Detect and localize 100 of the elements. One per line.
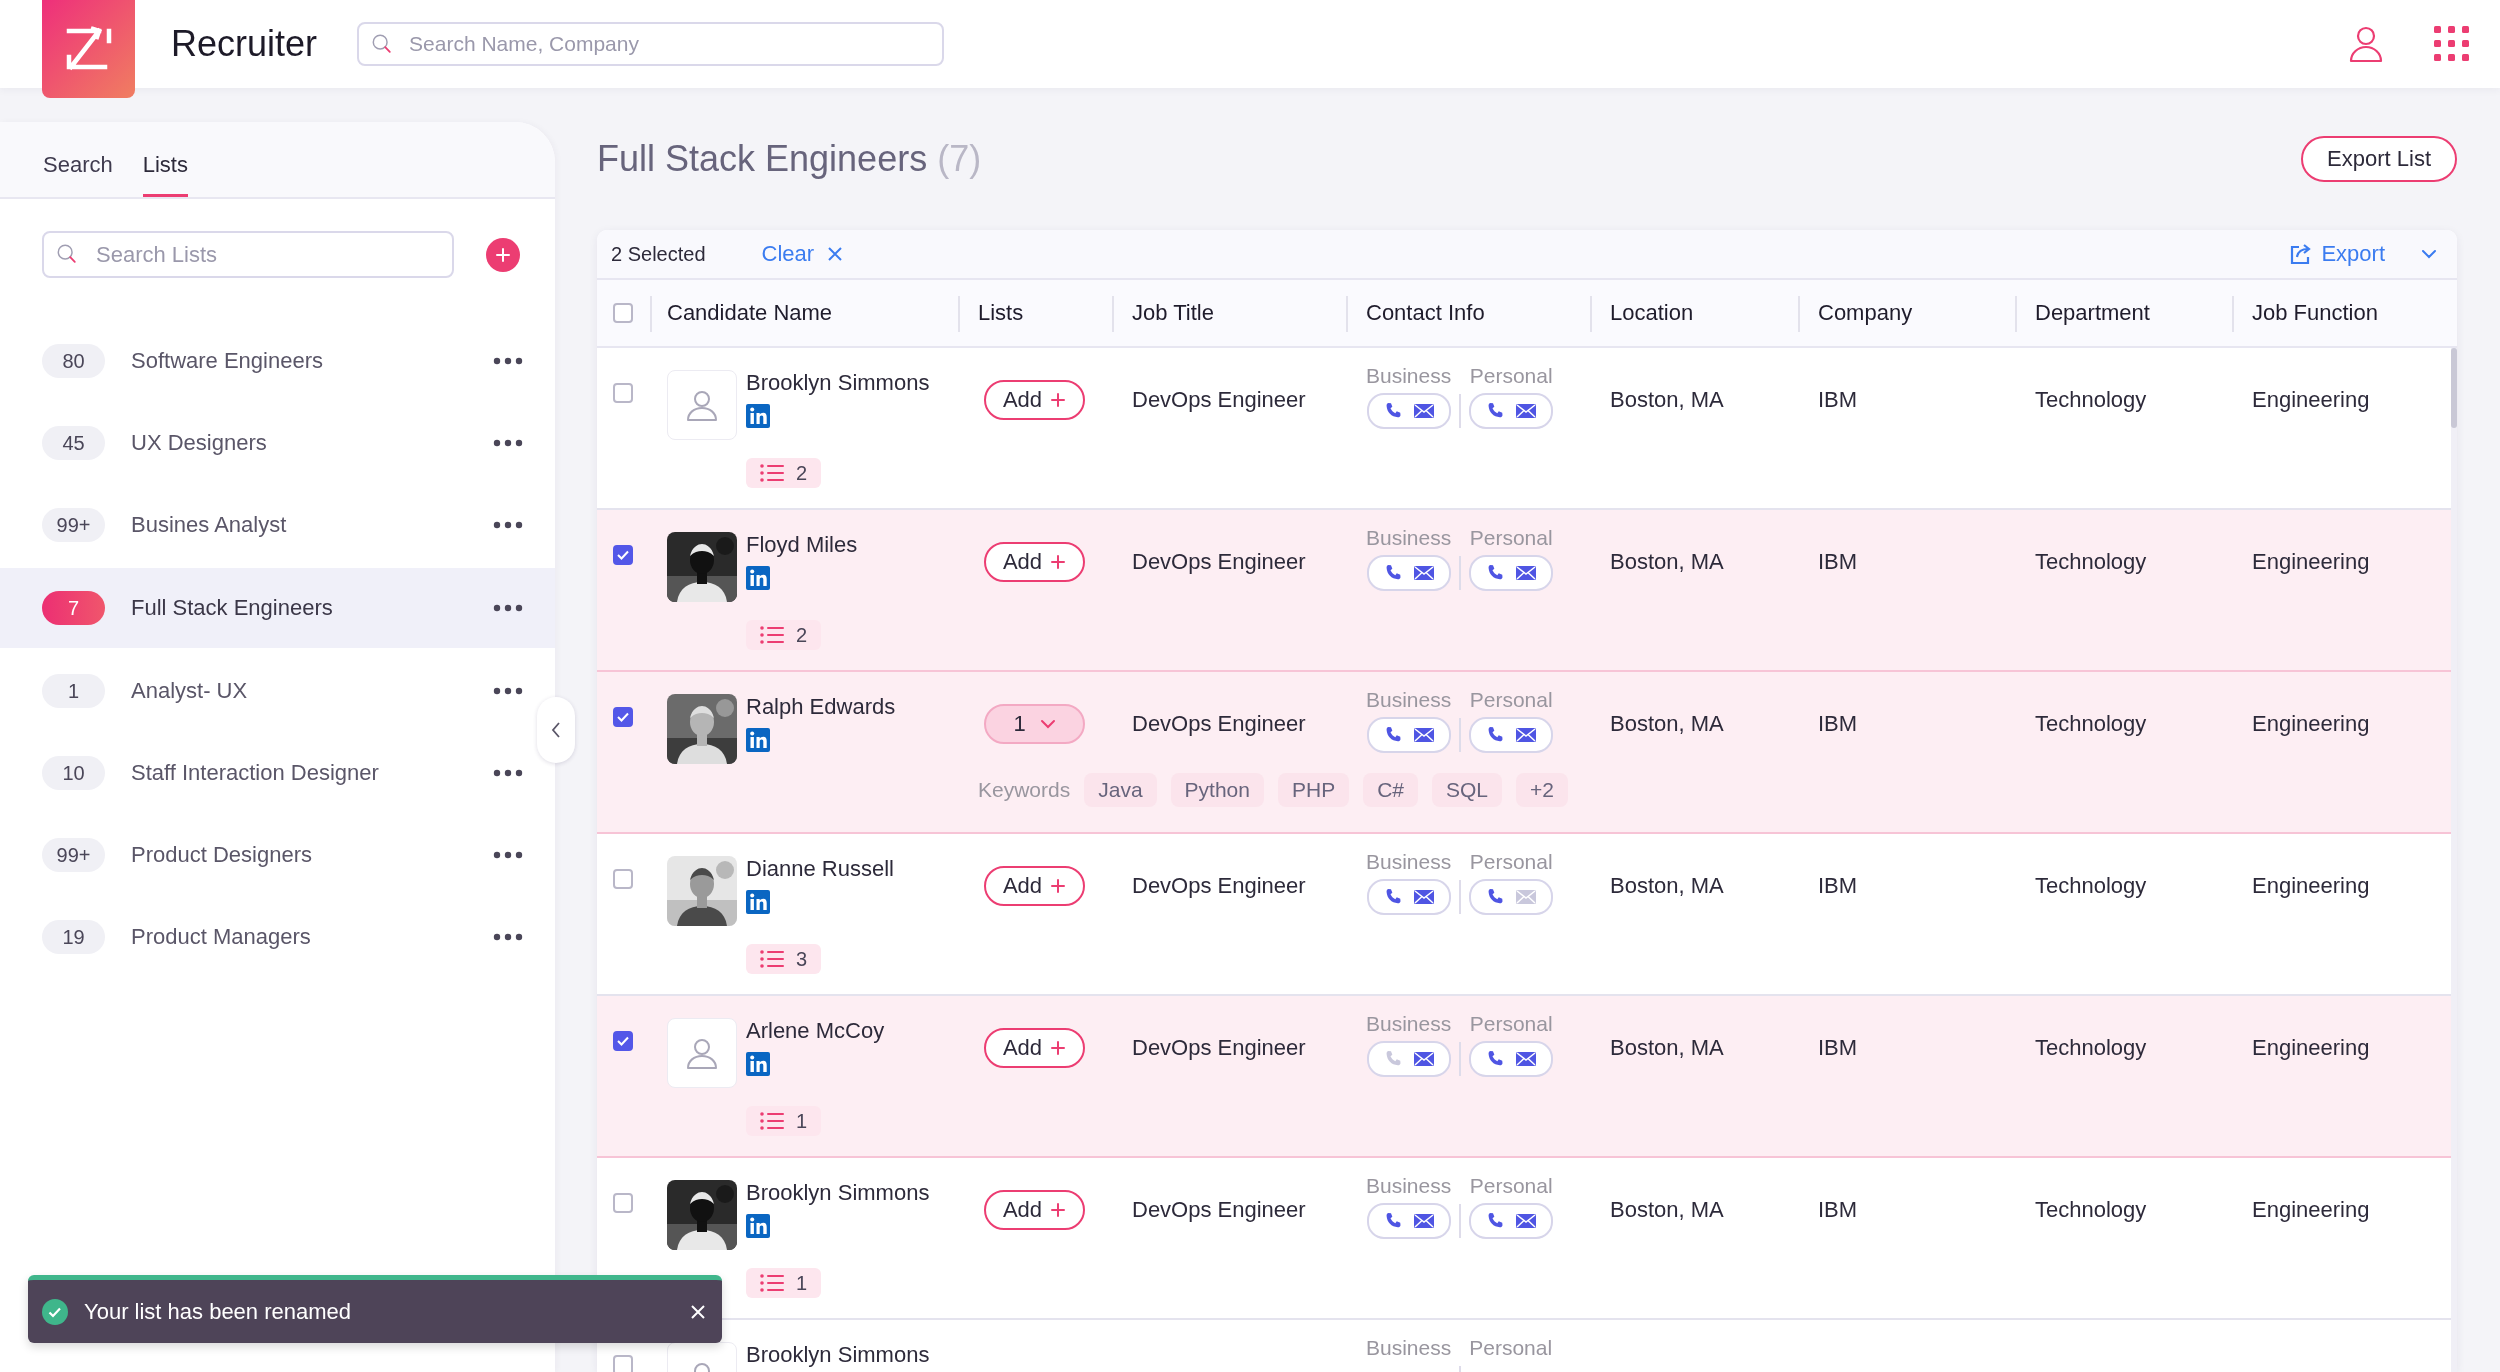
more-icon[interactable] — [493, 769, 523, 777]
candidate-name[interactable]: Brooklyn Simmons — [746, 1180, 930, 1206]
more-icon[interactable] — [493, 604, 523, 612]
plus-icon — [1050, 392, 1067, 408]
candidate-name[interactable]: Dianne Russell — [746, 856, 894, 882]
list-item[interactable]: 99+ Busines Analyst — [0, 484, 555, 566]
linkedin-icon[interactable] — [746, 728, 770, 752]
column-header[interactable]: Candidate Name — [667, 300, 833, 325]
candidate-name[interactable]: Ralph Edwards — [746, 694, 896, 720]
department: Technology — [2035, 549, 2147, 575]
more-icon[interactable] — [493, 357, 523, 365]
close-icon — [828, 247, 843, 261]
list-item[interactable]: 1 Analyst- UX — [0, 650, 555, 732]
contact-pill[interactable] — [1469, 393, 1554, 429]
job-function: Engineering — [2252, 1197, 2370, 1223]
contact-type-label: Personal — [1469, 1336, 1553, 1360]
column-header[interactable]: Company — [1818, 300, 1913, 325]
count-label: (7) — [937, 138, 982, 180]
contact-pill[interactable] — [1469, 1041, 1554, 1077]
list-item[interactable]: 10 Staff Interaction Designer — [0, 732, 555, 814]
checkbox[interactable] — [613, 707, 633, 727]
add-to-list-button[interactable]: Add — [984, 1190, 1085, 1230]
add-to-list-button[interactable]: Add — [984, 866, 1085, 906]
contact-pill[interactable] — [1469, 717, 1554, 753]
tab[interactable]: Search — [43, 122, 113, 197]
contact-pill[interactable] — [1366, 1041, 1451, 1077]
checkbox[interactable] — [613, 1355, 633, 1372]
column-header[interactable]: Department — [2035, 300, 2150, 325]
more-keywords-tag[interactable]: +2 — [1516, 773, 1568, 807]
contact-type-label: Business — [1366, 526, 1452, 550]
list-item[interactable]: 80 Software Engineers — [0, 320, 555, 402]
lists-dropdown[interactable]: 1 — [984, 704, 1085, 744]
checkbox[interactable] — [613, 303, 633, 323]
linkedin-icon[interactable] — [746, 404, 770, 428]
more-icon[interactable] — [493, 933, 523, 941]
add-to-list-button[interactable]: Add — [984, 542, 1085, 582]
tab[interactable]: Lists — [142, 122, 188, 197]
job-function: Engineering — [2252, 387, 2370, 413]
company: IBM — [1818, 1197, 1858, 1223]
checkbox[interactable] — [613, 1193, 633, 1213]
more-icon[interactable] — [493, 439, 523, 447]
add-to-list-button[interactable]: Add — [984, 380, 1085, 420]
candidate-name[interactable]: Floyd Miles — [746, 532, 858, 558]
column-header[interactable]: Lists — [978, 300, 1024, 325]
user-icon[interactable] — [2348, 25, 2384, 63]
list-count-badge[interactable]: 2 — [746, 620, 822, 650]
contact-pill[interactable] — [1366, 1203, 1451, 1239]
column-header[interactable]: Job Function — [2252, 300, 2378, 325]
toast-message: Your list has been renamed — [84, 1298, 353, 1325]
department: Technology — [2035, 711, 2147, 737]
contact-pill[interactable] — [1366, 555, 1451, 591]
list-count-badge[interactable]: 1 — [746, 1268, 822, 1298]
list-item[interactable]: 19 Product Managers — [0, 896, 555, 978]
search-field[interactable]: Search Lists — [42, 231, 454, 278]
list-item[interactable]: 45 UX Designers — [0, 402, 555, 484]
export-button[interactable]: Export — [2289, 241, 2437, 267]
candidate-name[interactable]: Brooklyn Simmons — [746, 370, 930, 396]
add-list-button[interactable] — [486, 237, 520, 272]
column-header[interactable]: Job Title — [1132, 300, 1214, 325]
close-icon[interactable] — [690, 1303, 706, 1320]
more-icon[interactable] — [493, 851, 523, 859]
department: Technology — [2035, 1197, 2147, 1223]
column-header[interactable]: Location — [1610, 300, 1694, 325]
job-title: DevOps Engineer — [1132, 549, 1306, 575]
scrollbar-thumb[interactable] — [2451, 348, 2457, 428]
contact-pill[interactable] — [1469, 555, 1554, 591]
list-item[interactable]: 7 Full Stack Engineers — [0, 568, 555, 648]
checkbox[interactable] — [613, 545, 633, 565]
candidate-name[interactable]: Brooklyn Simmons — [746, 1342, 930, 1368]
job-title: DevOps Engineer — [1132, 1035, 1306, 1061]
checkbox[interactable] — [613, 1031, 633, 1051]
job-function: Engineering — [2252, 873, 2370, 899]
more-icon[interactable] — [493, 687, 523, 695]
list-item[interactable]: 99+ Product Designers — [0, 814, 555, 896]
contact-pill[interactable] — [1469, 879, 1554, 915]
apps-grid-icon[interactable] — [2434, 26, 2470, 62]
contact-pill[interactable] — [1366, 717, 1451, 753]
list-name: Software Engineers — [131, 348, 324, 374]
export-list-button[interactable]: Export List — [2301, 136, 2457, 182]
company: IBM — [1818, 873, 1858, 899]
checkbox[interactable] — [613, 869, 633, 889]
list-name: Product Managers — [131, 924, 312, 950]
candidate-name[interactable]: Arlene McCoy — [746, 1018, 885, 1044]
list-count-badge[interactable]: 1 — [746, 1106, 822, 1136]
location: Boston, MA — [1610, 387, 1724, 413]
list-count-badge[interactable]: 3 — [746, 944, 822, 974]
column-header[interactable]: Contact Info — [1366, 300, 1485, 325]
contact-pill[interactable] — [1469, 1203, 1554, 1239]
more-icon[interactable] — [493, 521, 523, 529]
linkedin-icon[interactable] — [746, 1052, 770, 1076]
contact-pill[interactable] — [1366, 879, 1451, 915]
linkedin-icon[interactable] — [746, 1214, 770, 1238]
clear-button[interactable]: Clear — [761, 241, 843, 267]
search-field[interactable]: Search Name, Company — [357, 22, 945, 66]
linkedin-icon[interactable] — [746, 890, 770, 914]
linkedin-icon[interactable] — [746, 566, 770, 590]
contact-pill[interactable] — [1366, 393, 1451, 429]
checkbox[interactable] — [613, 383, 633, 403]
list-count-badge[interactable]: 2 — [746, 458, 822, 488]
add-to-list-button[interactable]: Add — [984, 1028, 1085, 1068]
